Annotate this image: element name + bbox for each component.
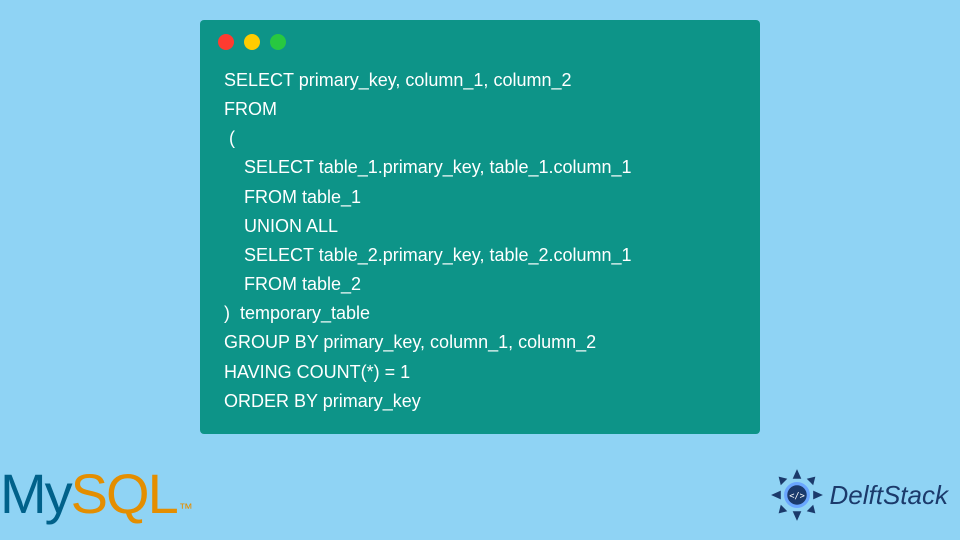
code-window: SELECT primary_key, column_1, column_2 F… xyxy=(200,20,760,434)
window-dot-maximize xyxy=(270,34,286,50)
window-dot-minimize xyxy=(244,34,260,50)
mysql-logo-tm: ™ xyxy=(179,500,193,516)
mysql-logo-my: My xyxy=(0,461,71,526)
window-controls xyxy=(200,20,760,60)
mysql-logo: My SQL ™ xyxy=(0,461,193,526)
delftstack-badge-icon: </> xyxy=(770,468,824,522)
window-dot-close xyxy=(218,34,234,50)
delftstack-logo: </> DelftStack xyxy=(770,468,949,522)
svg-text:</>: </> xyxy=(789,491,805,501)
sql-code-block: SELECT primary_key, column_1, column_2 F… xyxy=(200,60,760,416)
delftstack-text: DelftStack xyxy=(830,480,949,511)
mysql-logo-sql: SQL xyxy=(71,461,177,526)
